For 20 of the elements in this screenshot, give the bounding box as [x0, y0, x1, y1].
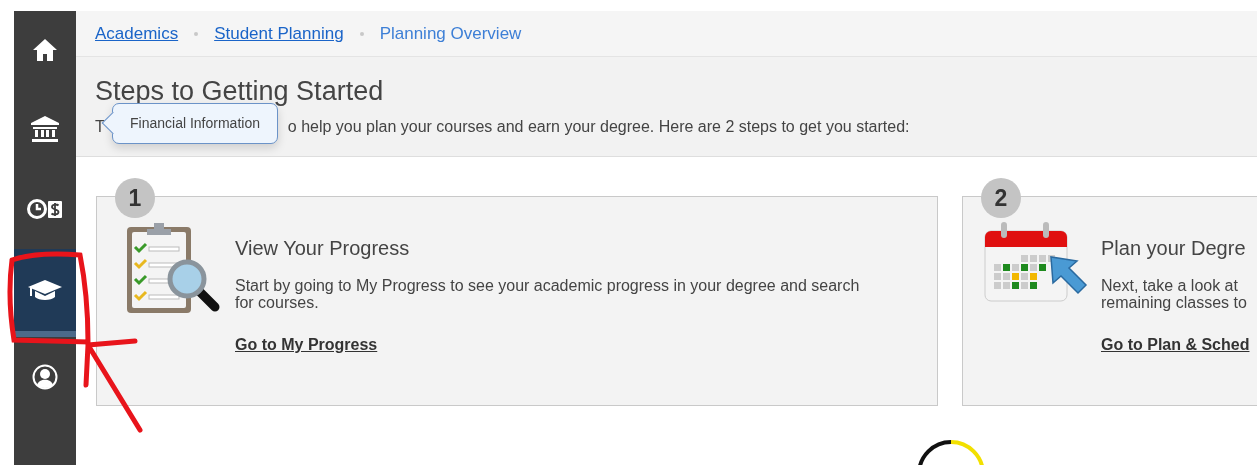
step-number: 2	[981, 178, 1021, 218]
step-description: Next, take a look at remaining classes to	[1101, 277, 1248, 311]
intro-text: o help you plan your courses and earn your degree. Here are 2 steps to get you started:	[287, 117, 910, 138]
graduation-cap-icon	[27, 278, 63, 302]
home-icon	[32, 38, 58, 62]
step-description: Start by going to My Progress to see your academic progress in your degree and search for courses.	[235, 277, 860, 311]
breadcrumb-link[interactable]: Student Planning	[214, 20, 344, 47]
step-title: View Your Progress	[235, 236, 411, 261]
bank-icon	[29, 115, 61, 143]
user-icon	[32, 364, 58, 390]
breadcrumb-link[interactable]: Academics	[95, 20, 179, 47]
sidebar-item[interactable]	[14, 249, 76, 337]
step-title: Plan your Degre	[1101, 236, 1247, 261]
clock-dollar-icon	[26, 198, 64, 220]
breadcrumb-current: Planning Overview	[379, 22, 522, 45]
step-link[interactable]: Go to My Progress	[235, 336, 378, 353]
step-link[interactable]: Go to Plan & Sched	[1101, 336, 1250, 353]
intro-text: T	[95, 117, 105, 138]
clipboard-magnifier-icon	[125, 221, 221, 316]
step-number: 1	[115, 178, 155, 218]
